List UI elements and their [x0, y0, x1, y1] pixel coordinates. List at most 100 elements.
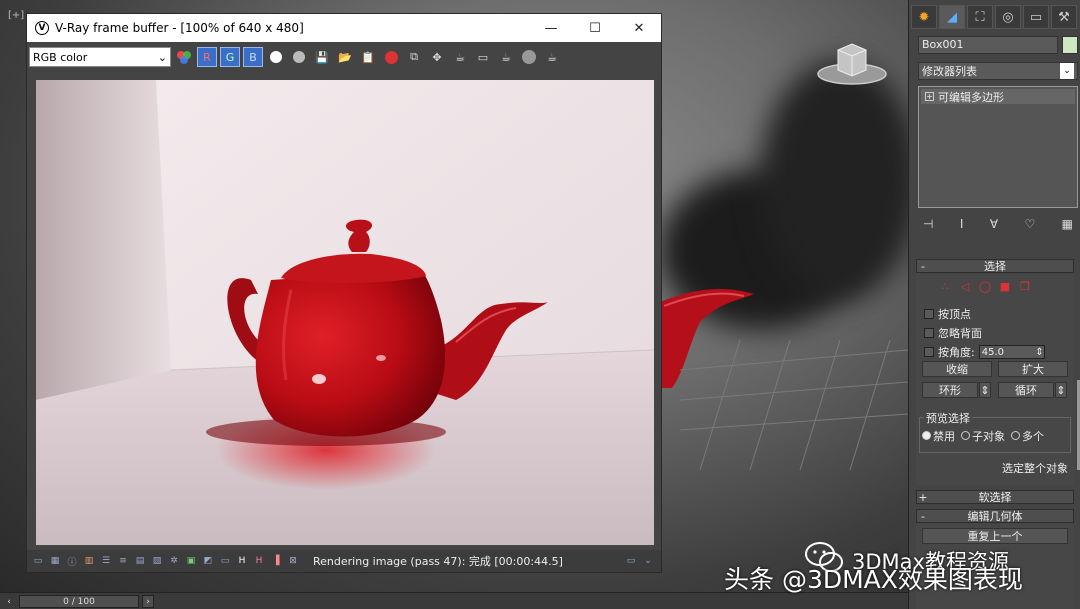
- ignore-backfacing-checkbox[interactable]: [924, 328, 934, 338]
- hierarchy-tab-icon[interactable]: ⛶: [967, 5, 993, 29]
- vertex-level-icon[interactable]: ∴: [938, 279, 952, 293]
- show-end-result-icon[interactable]: Ⅰ: [960, 217, 964, 231]
- viewport-dark-corner: [760, 60, 908, 300]
- collapse-minus-icon: -: [921, 509, 925, 523]
- loop-spinner[interactable]: ⇕: [1055, 382, 1067, 398]
- levels-icon[interactable]: ☰: [99, 554, 113, 568]
- angle-spinner[interactable]: 45.0 ⇕: [978, 345, 1045, 359]
- duplicate-to-mbuffer-icon[interactable]: ⧉: [404, 47, 424, 67]
- color-channels-icon[interactable]: [174, 47, 194, 67]
- ab-compare-icon[interactable]: ▐: [269, 554, 283, 568]
- modifier-list-dropdown[interactable]: 修改器列表 ⌄: [918, 62, 1078, 80]
- display-tab-icon[interactable]: ▭: [1023, 5, 1049, 29]
- render-region-teapot-icon[interactable]: ☕: [450, 47, 470, 67]
- by-vertex-checkbox[interactable]: [924, 309, 934, 319]
- ocio-icon[interactable]: ⊠: [286, 554, 300, 568]
- prev-frame-icon[interactable]: ‹: [2, 595, 16, 608]
- history-icon[interactable]: ▭: [31, 554, 45, 568]
- rendered-image[interactable]: [36, 80, 654, 545]
- border-level-icon[interactable]: ◯: [978, 279, 992, 293]
- preview-multi-radio[interactable]: [1011, 431, 1020, 440]
- object-name-field[interactable]: Box001: [918, 36, 1058, 54]
- expand-plus-icon[interactable]: +: [925, 92, 934, 101]
- shrink-button[interactable]: 收缩: [922, 361, 992, 377]
- modify-tab-icon[interactable]: ◢: [939, 5, 965, 29]
- remove-modifier-icon[interactable]: ♡: [1024, 217, 1035, 231]
- render-last-icon[interactable]: ☕: [496, 47, 516, 67]
- edit-geometry-rollout-header[interactable]: - 编辑几何体: [916, 509, 1074, 523]
- channel-select[interactable]: RGB color ⌄: [29, 47, 171, 67]
- minimize-button[interactable]: —: [529, 14, 573, 42]
- preview-subobject-option[interactable]: 子对象: [961, 428, 1005, 444]
- expand-plus-icon: +: [918, 490, 928, 504]
- lut-icon[interactable]: ▥: [82, 554, 96, 568]
- maximize-button[interactable]: ☐: [573, 14, 617, 42]
- ignore-backfacing-option[interactable]: 忽略背面: [924, 325, 982, 341]
- pin-stack-icon[interactable]: ⊣: [923, 217, 933, 231]
- render-teapot-icon[interactable]: ☕: [542, 47, 562, 67]
- curves-icon[interactable]: ≡: [116, 554, 130, 568]
- lens-effects-icon[interactable]: ◩: [201, 554, 215, 568]
- stop-render-icon[interactable]: [519, 47, 539, 67]
- by-vertex-option[interactable]: 按顶点: [924, 306, 971, 322]
- selection-rollout-header[interactable]: - 选择: [916, 259, 1074, 273]
- preview-subobject-radio[interactable]: [961, 431, 970, 440]
- create-tab-icon[interactable]: ✹: [911, 5, 937, 29]
- stamp-icon[interactable]: ✲: [167, 554, 181, 568]
- time-slider[interactable]: 0 / 100: [19, 595, 139, 608]
- spinner-arrows-icon[interactable]: ⇕: [1035, 347, 1043, 358]
- vfb-titlebar[interactable]: V V-Ray frame buffer - [100% of 640 x 48…: [27, 14, 661, 42]
- by-angle-option[interactable]: 按角度: 45.0 ⇕: [924, 344, 1045, 360]
- ring-button[interactable]: 环形: [922, 382, 978, 398]
- object-color-swatch[interactable]: [1062, 36, 1078, 54]
- viewcube[interactable]: [816, 38, 888, 88]
- histogram-icon[interactable]: ▤: [133, 554, 147, 568]
- clipboard-icon[interactable]: 📋: [358, 47, 378, 67]
- expand-chevron-icon[interactable]: ⌄: [641, 554, 655, 568]
- soft-selection-rollout-header[interactable]: + 软选择: [916, 490, 1074, 504]
- edge-level-icon[interactable]: ◁: [958, 279, 972, 293]
- make-unique-icon[interactable]: ∀: [990, 217, 998, 231]
- color-correction-icon[interactable]: ▦: [48, 554, 62, 568]
- link-to-vfb-icon[interactable]: ▭: [473, 47, 493, 67]
- background-icon[interactable]: ▣: [184, 554, 198, 568]
- modifier-stack[interactable]: + 可编辑多边形: [918, 86, 1078, 208]
- repeat-last-button[interactable]: 重复上一个: [922, 528, 1068, 544]
- viewport-label[interactable]: [+]: [8, 10, 24, 21]
- motion-tab-icon[interactable]: ◎: [995, 5, 1021, 29]
- ring-spinner[interactable]: ⇕: [979, 382, 991, 398]
- element-level-icon[interactable]: ❒: [1018, 279, 1032, 293]
- loop-button[interactable]: 循环: [998, 382, 1054, 398]
- vertical-compare-icon[interactable]: H: [252, 554, 266, 568]
- select-whole-object-label[interactable]: 选定整个对象: [1002, 460, 1068, 476]
- info-icon[interactable]: ⓘ: [65, 554, 79, 568]
- vray-frame-buffer-window[interactable]: V V-Ray frame buffer - [100% of 640 x 48…: [26, 13, 662, 573]
- grow-button[interactable]: 扩大: [998, 361, 1068, 377]
- soft-selection-title: 软选择: [978, 491, 1012, 504]
- clear-image-icon[interactable]: [381, 47, 401, 67]
- by-angle-checkbox[interactable]: [924, 347, 934, 357]
- green-channel-button[interactable]: G: [220, 47, 240, 67]
- save-image-icon[interactable]: 💾: [312, 47, 332, 67]
- open-folder-icon[interactable]: 📂: [335, 47, 355, 67]
- preview-disabled-option[interactable]: 禁用: [922, 428, 955, 444]
- preview-multi-option[interactable]: 多个: [1011, 428, 1044, 444]
- preview-disabled-radio[interactable]: [922, 431, 931, 440]
- mono-gray-icon[interactable]: [289, 47, 309, 67]
- close-button[interactable]: ✕: [617, 14, 661, 42]
- viewport-grid: [680, 340, 908, 470]
- panel-toggle-icon[interactable]: ▭: [624, 554, 638, 568]
- alpha-white-icon[interactable]: [266, 47, 286, 67]
- polygon-level-icon[interactable]: ■: [998, 279, 1012, 293]
- configure-sets-icon[interactable]: ▦: [1062, 217, 1073, 231]
- utilities-tab-icon[interactable]: ⚒: [1051, 5, 1077, 29]
- track-mouse-icon[interactable]: ✥: [427, 47, 447, 67]
- red-channel-button[interactable]: R: [197, 47, 217, 67]
- horizontal-compare-icon[interactable]: H: [235, 554, 249, 568]
- blue-channel-button[interactable]: B: [243, 47, 263, 67]
- next-frame-icon[interactable]: ›: [142, 595, 154, 608]
- stack-item-editable-poly[interactable]: + 可编辑多边形: [921, 89, 1075, 104]
- test-resolution-icon[interactable]: ▭: [218, 554, 232, 568]
- exposure-icon[interactable]: ▧: [150, 554, 164, 568]
- angle-value: 45.0: [981, 346, 1004, 358]
